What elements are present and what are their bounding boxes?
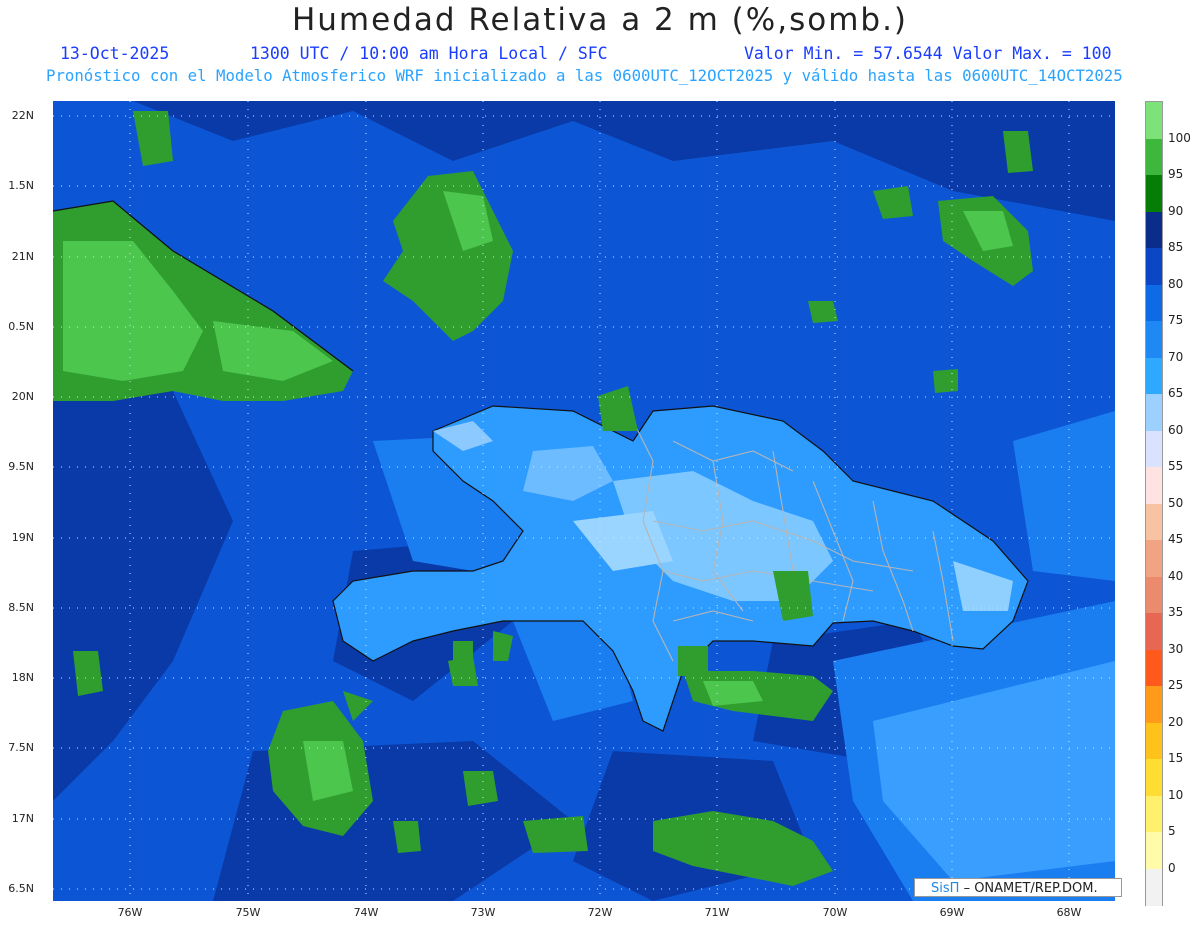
legend-label: 100 [1168,130,1191,145]
legend-label: 65 [1168,386,1184,400]
legend-label: 20 [1168,714,1184,729]
legend-swatch [1146,175,1162,212]
legend-swatch [1146,576,1162,614]
sis-logo-text: SisΠ [931,881,960,896]
legend-label: 5 [1168,824,1176,838]
y-label: 21N [11,250,34,263]
credit-text: – ONAMET/REP.DOM. [963,881,1098,896]
y-label: 18N [11,671,34,684]
legend-label: 45 [1168,532,1184,546]
x-label: 73W [470,906,496,919]
legend-swatch [1146,321,1162,358]
legend-label: 30 [1168,641,1184,656]
y-label: 19N [11,531,34,544]
x-label: 70W [822,906,848,919]
legend-label: 25 [1168,678,1184,692]
legend-swatch [1146,759,1162,796]
legend-label: 10 [1168,787,1184,802]
y-label: 7.5N [8,741,34,754]
y-label: 9.5N [8,460,34,473]
x-label: 76W [117,906,143,919]
legend-label: 90 [1168,203,1184,218]
legend-swatch [1146,248,1162,285]
map-title: Humedad Relativa a 2 m (%,somb.) [291,2,909,38]
legend-label: 60 [1168,422,1184,437]
legend-swatch [1146,795,1162,833]
x-label: 74W [353,906,379,919]
x-label: 72W [587,906,613,919]
legend-swatch [1146,503,1162,541]
legend-label: 0 [1168,860,1176,875]
x-label: 75W [235,906,261,919]
legend-swatch [1146,467,1162,504]
legend-swatch [1146,394,1162,431]
legend-swatch [1146,357,1162,395]
legend-swatch [1146,211,1162,249]
y-label: 20N [11,390,34,403]
time-label: 1300 UTC / 10:00 am Hora Local / SFC [250,44,608,63]
legend-swatch [1146,613,1162,650]
legend-swatch [1146,649,1162,687]
y-label: 6.5N [8,882,34,895]
y-label: 22N [11,109,34,122]
y-label: 17N [11,812,34,825]
legend-label: 85 [1168,240,1184,254]
minmax-label: Valor Min. = 57.6544 Valor Max. = 100 [744,44,1112,63]
legend-label: 50 [1168,495,1184,510]
legend-swatch [1146,430,1162,468]
credit-box: SisΠ – ONAMET/REP.DOM. [914,878,1122,897]
legend-swatch [1146,540,1162,577]
y-label: 0.5N [8,320,34,333]
x-label: 69W [939,906,965,919]
legend-label: 40 [1168,568,1184,583]
x-label: 71W [704,906,730,919]
legend-label: 35 [1168,605,1184,619]
legend-swatch [1146,102,1162,139]
legend-label: 75 [1168,313,1184,327]
color-legend [1145,101,1163,906]
legend-label: 70 [1168,349,1184,364]
legend-swatch [1146,868,1162,906]
legend-swatch [1146,832,1162,869]
y-label: 8.5N [8,601,34,614]
x-label: 68W [1056,906,1082,919]
humidity-map [53,101,1115,901]
date-label: 13-Oct-2025 [60,44,170,63]
legend-swatch [1146,722,1162,760]
model-info-line: Pronóstico con el Modelo Atmosferico WRF… [46,66,1123,85]
map-canvas [53,101,1115,901]
legend-label: 15 [1168,751,1184,765]
legend-label: 80 [1168,276,1184,291]
legend-label: 55 [1168,459,1184,473]
legend-swatch [1146,686,1162,723]
y-label: 1.5N [8,179,34,192]
legend-swatch [1146,284,1162,322]
legend-swatch [1146,138,1162,176]
legend-label: 95 [1168,167,1184,181]
